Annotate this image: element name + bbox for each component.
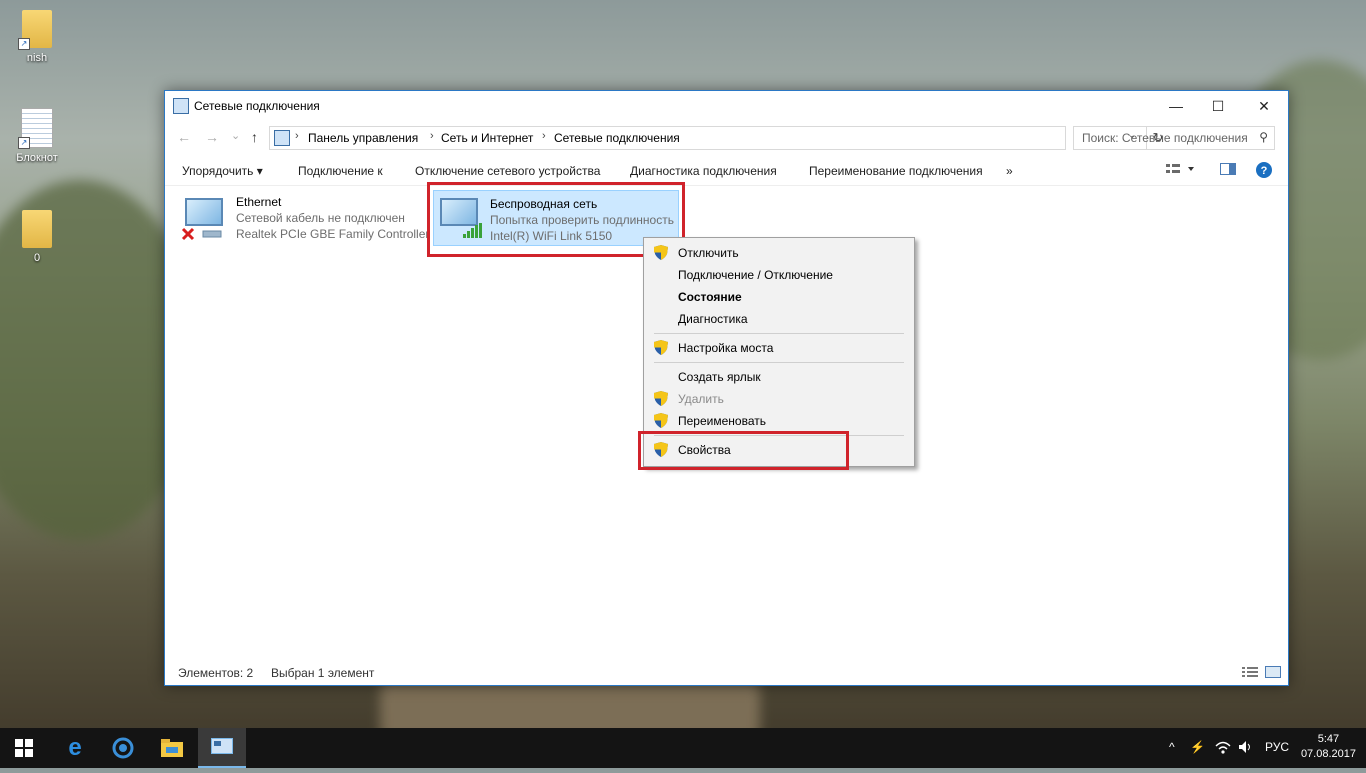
disable-device-button[interactable]: Отключение сетевого устройства — [415, 164, 600, 178]
menu-item-label: Переименовать — [678, 414, 766, 428]
uac-shield-icon — [654, 340, 668, 355]
search-icon: ⚲ — [1259, 130, 1268, 144]
desktop-icon-label: nish — [26, 52, 48, 64]
folder-icon: ↗ — [18, 10, 52, 50]
windows-logo-icon — [15, 739, 33, 757]
details-view-icon[interactable] — [1242, 666, 1258, 681]
menu-item-status[interactable]: Состояние — [644, 286, 914, 308]
large-icons-view-icon[interactable] — [1265, 666, 1281, 681]
connection-device: Realtek PCIe GBE Family Controller — [236, 227, 430, 241]
svg-text:?: ? — [1261, 165, 1268, 177]
taskbar: e ^ ⚡ РУС 5:47 07.08.2017 — [0, 728, 1366, 768]
folder-icon — [22, 210, 52, 248]
rename-button[interactable]: Переименование подключения — [809, 164, 983, 178]
network-status-tray-icon[interactable]: ⚡ — [1190, 740, 1205, 754]
status-bar: Элементов: 2 Выбран 1 элемент — [165, 661, 1288, 685]
highlight-box-properties — [638, 431, 849, 470]
back-arrow-icon[interactable]: ← — [177, 129, 191, 145]
close-button[interactable]: ✕ — [1241, 91, 1287, 121]
maximize-button[interactable]: ☐ — [1195, 91, 1241, 121]
ethernet-adapter-icon — [185, 198, 223, 226]
volume-tray-icon[interactable] — [1238, 740, 1254, 757]
preview-pane-icon[interactable] — [1220, 163, 1236, 178]
menu-item-label: Состояние — [678, 290, 742, 304]
uac-shield-icon — [654, 245, 668, 260]
edge-browser-icon[interactable]: e — [51, 728, 99, 768]
menu-separator — [654, 362, 904, 363]
desktop-icon-label: Блокнот — [16, 152, 58, 164]
chevron-right-icon: › — [542, 130, 546, 142]
address-bar-row: ← → ⌄ ↑ › Панель управления › Сеть и Инт… — [165, 126, 1288, 150]
menu-item-connect-disconnect[interactable]: Подключение / Отключение — [644, 264, 914, 286]
breadcrumb-control-panel[interactable]: Панель управления — [308, 131, 418, 145]
menu-separator — [654, 333, 904, 334]
connection-name: Ethernet — [236, 195, 282, 209]
desktop-icon-0[interactable]: 0 — [6, 210, 68, 264]
menu-item-label: Создать ярлык — [678, 370, 761, 384]
disconnected-x-icon — [181, 227, 195, 241]
menu-item-delete: Удалить — [644, 388, 914, 410]
connect-to-button[interactable]: Подключение к — [298, 164, 383, 178]
menu-item-bridge[interactable]: Настройка моста — [644, 337, 914, 359]
menu-item-label: Удалить — [678, 392, 724, 406]
uac-shield-icon — [654, 413, 668, 428]
desktop-icon-notepad[interactable]: ↗ Блокнот — [6, 108, 68, 164]
forward-arrow-icon[interactable]: → — [205, 129, 219, 145]
connection-item-ethernet[interactable]: Ethernet Сетевой кабель не подключен Rea… — [179, 194, 429, 252]
connection-status: Сетевой кабель не подключен — [236, 211, 405, 225]
menu-item-create-shortcut[interactable]: Создать ярлык — [644, 366, 914, 388]
show-hidden-icons-chevron[interactable]: ^ — [1169, 740, 1175, 754]
network-connections-taskbar-button[interactable] — [198, 728, 246, 768]
breadcrumb-network-internet[interactable]: Сеть и Интернет — [441, 131, 533, 145]
items-count: Элементов: 2 — [178, 666, 254, 680]
desktop-icon-label: 0 — [33, 252, 41, 264]
recent-locations-icon[interactable]: ⌄ — [231, 129, 240, 142]
window-title: Сетевые подключения — [194, 99, 320, 113]
menu-item-rename[interactable]: Переименовать — [644, 410, 914, 432]
help-icon[interactable]: ? — [1256, 162, 1272, 181]
wifi-tray-icon[interactable] — [1215, 740, 1231, 757]
up-arrow-icon[interactable]: ↑ — [251, 129, 258, 145]
clock[interactable]: 5:47 07.08.2017 — [1301, 732, 1356, 762]
address-box[interactable]: › Панель управления › Сеть и Интернет › … — [269, 126, 1163, 150]
menu-item-label: Настройка моста — [678, 341, 774, 355]
network-cable-icon — [202, 230, 222, 238]
command-bar: Упорядочить ▾ Подключение к Отключение с… — [165, 157, 1288, 186]
selected-count: Выбран 1 элемент — [271, 666, 375, 680]
notepad-icon: ↗ — [18, 108, 53, 149]
chevron-right-icon: › — [430, 130, 434, 142]
desktop-icon-nish[interactable]: ↗ nish — [6, 10, 68, 64]
control-panel-icon — [274, 130, 290, 146]
input-language-indicator[interactable]: РУС — [1265, 740, 1289, 754]
menu-item-label: Отключить — [678, 246, 739, 260]
minimize-button[interactable]: — — [1153, 91, 1199, 121]
search-input[interactable]: Поиск: Сетевые подключения — [1082, 131, 1248, 145]
menu-item-disable[interactable]: Отключить — [644, 242, 914, 264]
network-connections-icon — [173, 98, 189, 114]
menu-item-label: Подключение / Отключение — [678, 268, 833, 282]
more-commands-button[interactable]: » — [1006, 164, 1013, 178]
view-options-icon[interactable] — [1166, 162, 1196, 179]
menu-item-diagnostics[interactable]: Диагностика — [644, 308, 914, 330]
clock-time: 5:47 — [1317, 733, 1340, 745]
start-button[interactable] — [0, 728, 48, 768]
shortcut-arrow-icon: ↗ — [18, 38, 30, 50]
shortcut-arrow-icon: ↗ — [18, 137, 30, 149]
file-explorer-icon[interactable] — [148, 728, 196, 768]
organize-button[interactable]: Упорядочить ▾ — [182, 164, 263, 178]
clock-date: 07.08.2017 — [1300, 748, 1356, 760]
chevron-right-icon: › — [295, 130, 299, 142]
app-globe-icon[interactable] — [99, 728, 147, 768]
menu-item-label: Диагностика — [678, 312, 748, 326]
title-bar[interactable]: Сетевые подключения — ☐ ✕ — [165, 91, 1288, 121]
diagnose-button[interactable]: Диагностика подключения — [630, 164, 777, 178]
search-box[interactable]: Поиск: Сетевые подключения ⚲ — [1073, 126, 1275, 150]
uac-shield-icon — [654, 391, 668, 406]
breadcrumb-network-connections[interactable]: Сетевые подключения — [554, 131, 680, 145]
